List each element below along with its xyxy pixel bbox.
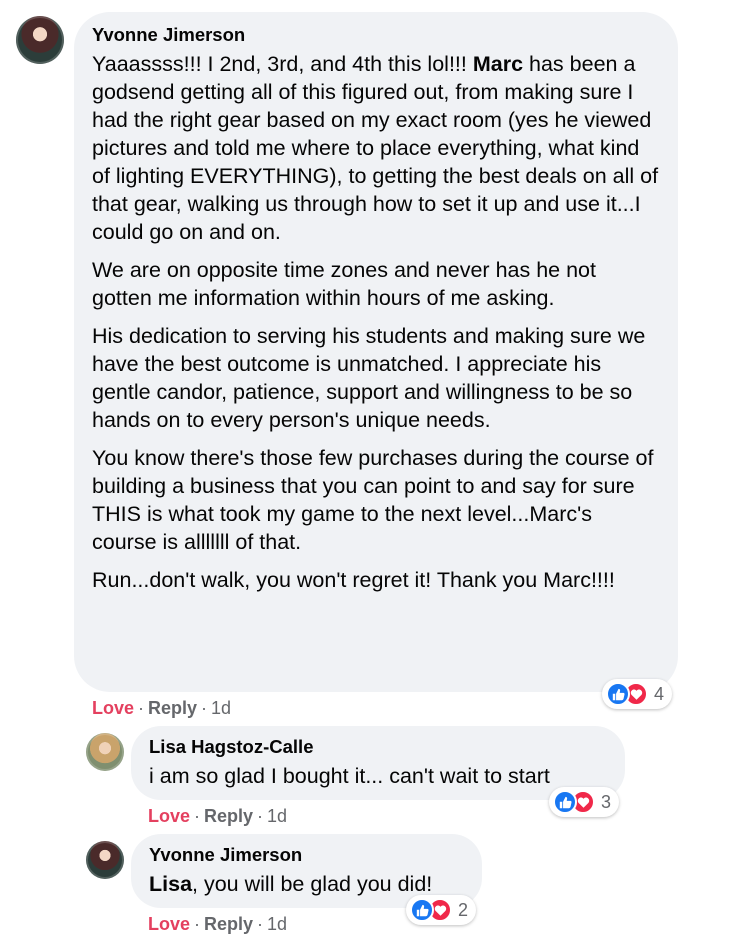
comment-paragraph: You know there's those few purchases dur… bbox=[92, 446, 654, 554]
reaction-count: 2 bbox=[458, 899, 469, 920]
thumbs-up-icon bbox=[606, 682, 630, 706]
comment-text: i am so glad I bought it... can't wait t… bbox=[149, 764, 550, 788]
separator: · bbox=[257, 914, 264, 934]
separator: · bbox=[257, 806, 264, 826]
thumbs-up-icon bbox=[410, 898, 434, 922]
comment-author[interactable]: Yvonne Jimerson bbox=[149, 844, 464, 866]
avatar[interactable] bbox=[16, 16, 64, 64]
thumbs-up-icon bbox=[553, 790, 577, 814]
comment-bubble: Yvonne Jimerson Yaaassss!!! I 2nd, 3rd, … bbox=[74, 12, 678, 692]
timestamp[interactable]: 1d bbox=[267, 806, 287, 826]
separator: · bbox=[194, 914, 201, 934]
mention-link[interactable]: Marc bbox=[473, 52, 523, 76]
love-action[interactable]: Love bbox=[92, 698, 134, 718]
comment-author[interactable]: Lisa Hagstoz-Calle bbox=[149, 736, 607, 758]
avatar[interactable] bbox=[86, 733, 124, 771]
separator: · bbox=[194, 806, 201, 826]
love-action[interactable]: Love bbox=[148, 914, 190, 934]
reply-button[interactable]: Reply bbox=[148, 698, 197, 718]
reaction-summary[interactable]: 3 bbox=[549, 787, 620, 817]
comment-author[interactable]: Yvonne Jimerson bbox=[92, 24, 660, 46]
comment-paragraph: Run...don't walk, you won't regret it! T… bbox=[92, 568, 615, 592]
comment-paragraph: Yaaassss!!! I 2nd, 3rd, and 4th this lol… bbox=[92, 52, 659, 244]
reaction-count: 4 bbox=[654, 683, 665, 704]
comment-paragraph: We are on opposite time zones and never … bbox=[92, 258, 596, 310]
timestamp[interactable]: 1d bbox=[267, 914, 287, 934]
comment-actions: Love · Reply · 1d bbox=[92, 697, 231, 719]
reaction-summary[interactable]: 4 bbox=[602, 679, 673, 709]
reply-button[interactable]: Reply bbox=[204, 806, 253, 826]
comment-text: Lisa, you will be glad you did! bbox=[149, 872, 433, 896]
comment-actions: Love · Reply · 1d bbox=[148, 805, 287, 827]
separator: · bbox=[138, 698, 145, 718]
comment-actions: Love · Reply · 1d bbox=[148, 913, 287, 935]
reaction-summary[interactable]: 2 bbox=[406, 895, 477, 925]
comment-bubble: Lisa Hagstoz-Calle i am so glad I bought… bbox=[131, 726, 625, 800]
separator: · bbox=[201, 698, 208, 718]
love-action[interactable]: Love bbox=[148, 806, 190, 826]
reply-button[interactable]: Reply bbox=[204, 914, 253, 934]
mention-link[interactable]: Lisa bbox=[149, 872, 192, 896]
comment-paragraph: His dedication to serving his students a… bbox=[92, 324, 646, 432]
comment-text: Yaaassss!!! I 2nd, 3rd, and 4th this lol… bbox=[92, 50, 660, 594]
timestamp[interactable]: 1d bbox=[211, 698, 231, 718]
avatar[interactable] bbox=[86, 841, 124, 879]
reaction-count: 3 bbox=[601, 791, 612, 812]
